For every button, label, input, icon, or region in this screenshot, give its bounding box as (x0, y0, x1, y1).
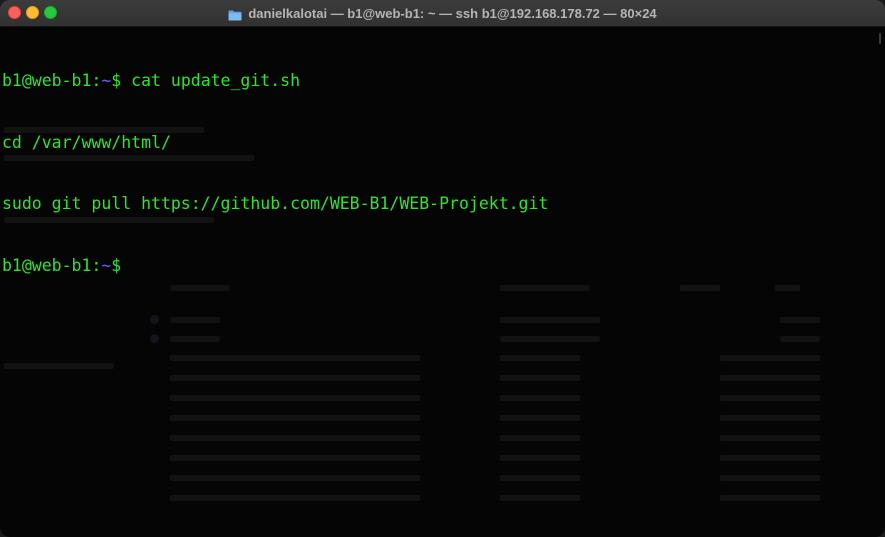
terminal-window: danielkalotai — b1@web-b1: ~ — ssh b1@19… (0, 0, 885, 537)
prompt-path: ~ (101, 255, 112, 275)
prompt-symbol: $ (111, 71, 132, 90)
title-bar[interactable]: danielkalotai — b1@web-b1: ~ — ssh b1@19… (0, 0, 885, 27)
terminal-line-prompt[interactable]: b1@web-b1:~$ (2, 256, 548, 277)
prompt-path: ~ (101, 71, 112, 90)
folder-icon (228, 8, 242, 20)
prompt-symbol: $ (111, 255, 132, 275)
prompt-command: cat update_git.sh (131, 71, 301, 90)
terminal-content[interactable]: b1@web-b1:~$ cat update_git.sh cd /var/w… (0, 27, 885, 537)
window-title: danielkalotai — b1@web-b1: ~ — ssh b1@19… (248, 5, 657, 21)
scroll-indicator[interactable] (879, 33, 881, 44)
terminal-line-output: sudo git pull https://github.com/WEB-B1/… (2, 194, 549, 213)
prompt-user: b1@web-b1: (2, 71, 102, 90)
window-title-wrap: danielkalotai — b1@web-b1: ~ — ssh b1@19… (0, 0, 885, 26)
text-cursor (131, 257, 139, 274)
terminal-line-prompt: b1@web-b1:~$ cat update_git.sh (2, 71, 548, 92)
prompt-user: b1@web-b1: (2, 255, 102, 275)
terminal-output: b1@web-b1:~$ cat update_git.sh cd /var/w… (2, 30, 548, 317)
terminal-line-output: cd /var/www/html/ (2, 132, 171, 152)
